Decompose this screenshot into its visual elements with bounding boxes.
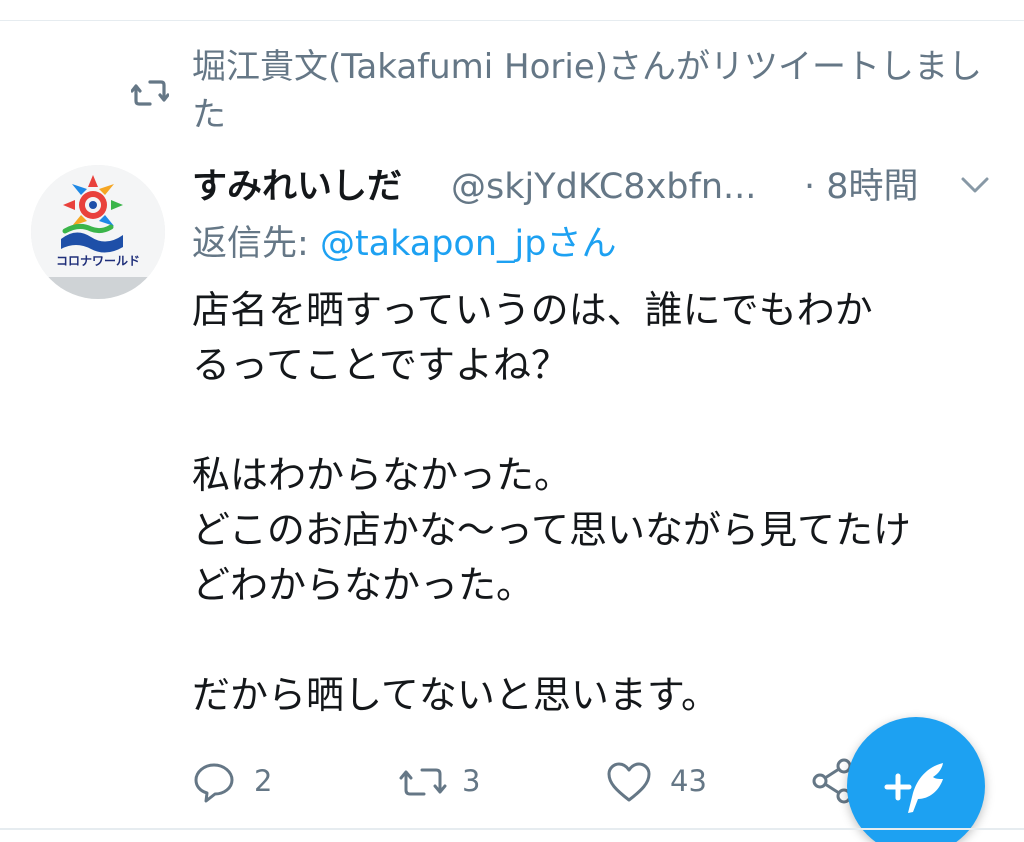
tweet-line: 店名を晒すっていうのは、誰にでもわか: [192, 288, 873, 332]
separator-dot: ·: [804, 167, 816, 207]
heart-icon: [607, 762, 651, 802]
tweet-line: るってことですよね？: [192, 343, 569, 387]
tweet-header: すみれいしだ @skjYdKC8xbfn... · 8時間: [192, 160, 992, 214]
tweet-line: どこのお店かな～って思いながら見てたけ: [192, 508, 911, 552]
tweet-line: どわからなかった。: [192, 563, 535, 607]
retweet-count: 3: [462, 764, 481, 798]
tweet-line: 私はわからなかった。: [192, 453, 573, 497]
user-handle[interactable]: @skjYdKC8xbfn...: [451, 160, 756, 214]
tweet-page: 堀江貴文(Takafumi Horie)さんがリツイートしました コロナワールド…: [0, 0, 1024, 842]
avatar-logo-image: コロナワールド: [31, 165, 165, 299]
bottom-divider: [0, 828, 1024, 830]
reply-count: 2: [254, 764, 273, 798]
avatar[interactable]: コロナワールド: [31, 165, 165, 299]
timestamp[interactable]: · 8時間: [804, 160, 919, 214]
compose-tweet-icon: [884, 763, 943, 813]
like-button[interactable]: 43: [606, 752, 726, 812]
reply-mention-link[interactable]: @takapon_jpさん: [320, 224, 617, 264]
retweet-button[interactable]: 3: [398, 752, 508, 812]
reply-icon: [194, 763, 234, 803]
reply-label: 返信先:: [192, 224, 309, 264]
retweeted-by-text[interactable]: 堀江貴文(Takafumi Horie)さんがリツイートしました: [192, 43, 992, 139]
display-name[interactable]: すみれいしだ: [192, 160, 402, 214]
chevron-down-icon[interactable]: [958, 170, 992, 200]
reply-button[interactable]: 2: [192, 752, 302, 812]
share-icon[interactable]: [812, 758, 852, 804]
compose-tweet-button[interactable]: [847, 717, 985, 842]
retweet-indicator-icon: [131, 80, 169, 106]
time-text: 8時間: [826, 167, 919, 207]
top-divider: [0, 20, 1024, 21]
reply-context: 返信先: @takapon_jpさん: [192, 219, 616, 269]
tweet-line: だから晒してないと思います。: [192, 673, 720, 717]
retweet-icon: [399, 768, 447, 796]
like-count: 43: [670, 764, 707, 798]
avatar-logo-text: コロナワールド: [56, 254, 140, 268]
tweet-text: 店名を晒すっていうのは、誰にでもわか るってことですよね？ 私はわからなかった。…: [192, 283, 992, 723]
